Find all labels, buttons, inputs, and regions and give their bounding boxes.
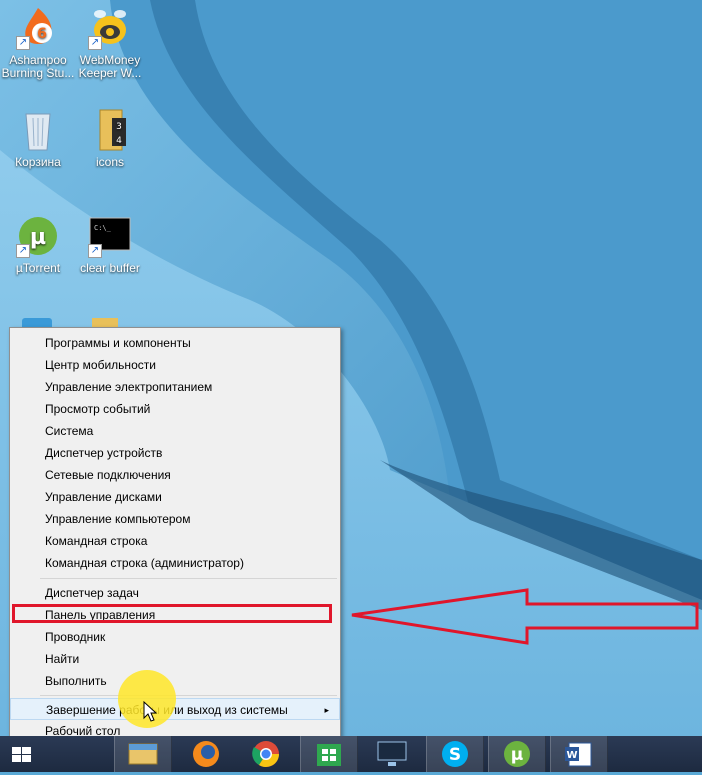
store-icon[interactable] — [300, 736, 358, 772]
submenu-arrow-icon: ▸ — [324, 705, 329, 715]
monitor-icon[interactable] — [364, 736, 420, 772]
explorer-icon[interactable] — [114, 736, 172, 772]
menu-item-explorer[interactable]: Проводник — [10, 626, 340, 648]
chrome-icon[interactable] — [238, 736, 294, 772]
mouse-cursor-icon — [143, 701, 158, 722]
menu-item-task-manager[interactable]: Диспетчер задач — [10, 582, 340, 604]
menu-item-run[interactable]: Выполнить — [10, 670, 340, 692]
svg-text:S: S — [449, 745, 461, 765]
control-panel-highlight — [12, 604, 332, 623]
windows-start-icon[interactable] — [0, 736, 44, 772]
menu-item-computer-management[interactable]: Управление компьютером — [10, 508, 340, 530]
menu-item-system[interactable]: Система — [10, 420, 340, 442]
menu-item-power-options[interactable]: Управление электропитанием — [10, 376, 340, 398]
menu-item-search[interactable]: Найти — [10, 648, 340, 670]
menu-item-command-prompt[interactable]: Командная строка — [10, 530, 340, 552]
menu-item-disk-management[interactable]: Управление дисками — [10, 486, 340, 508]
utorrent-taskbar-icon[interactable]: µ — [488, 736, 546, 772]
skype-icon[interactable]: S — [426, 736, 484, 772]
firefox-icon[interactable] — [178, 736, 234, 772]
menu-separator — [40, 695, 337, 696]
menu-item-event-viewer[interactable]: Просмотр событий — [10, 398, 340, 420]
menu-item-network-connections[interactable]: Сетевые подключения — [10, 464, 340, 486]
menu-separator — [40, 578, 337, 579]
menu-item-programs[interactable]: Программы и компоненты — [10, 332, 340, 354]
winx-context-menu: Программы и компоненты Центр мобильности… — [9, 327, 341, 747]
menu-item-command-prompt-admin[interactable]: Командная строка (администратор) — [10, 552, 340, 574]
word-icon[interactable]: W — [550, 736, 608, 772]
menu-item-device-manager[interactable]: Диспетчер устройств — [10, 442, 340, 464]
menu-item-mobility-center[interactable]: Центр мобильности — [10, 354, 340, 376]
svg-text:µ: µ — [511, 745, 524, 765]
svg-text:W: W — [566, 750, 577, 761]
taskbar: S µ W — [0, 736, 702, 772]
